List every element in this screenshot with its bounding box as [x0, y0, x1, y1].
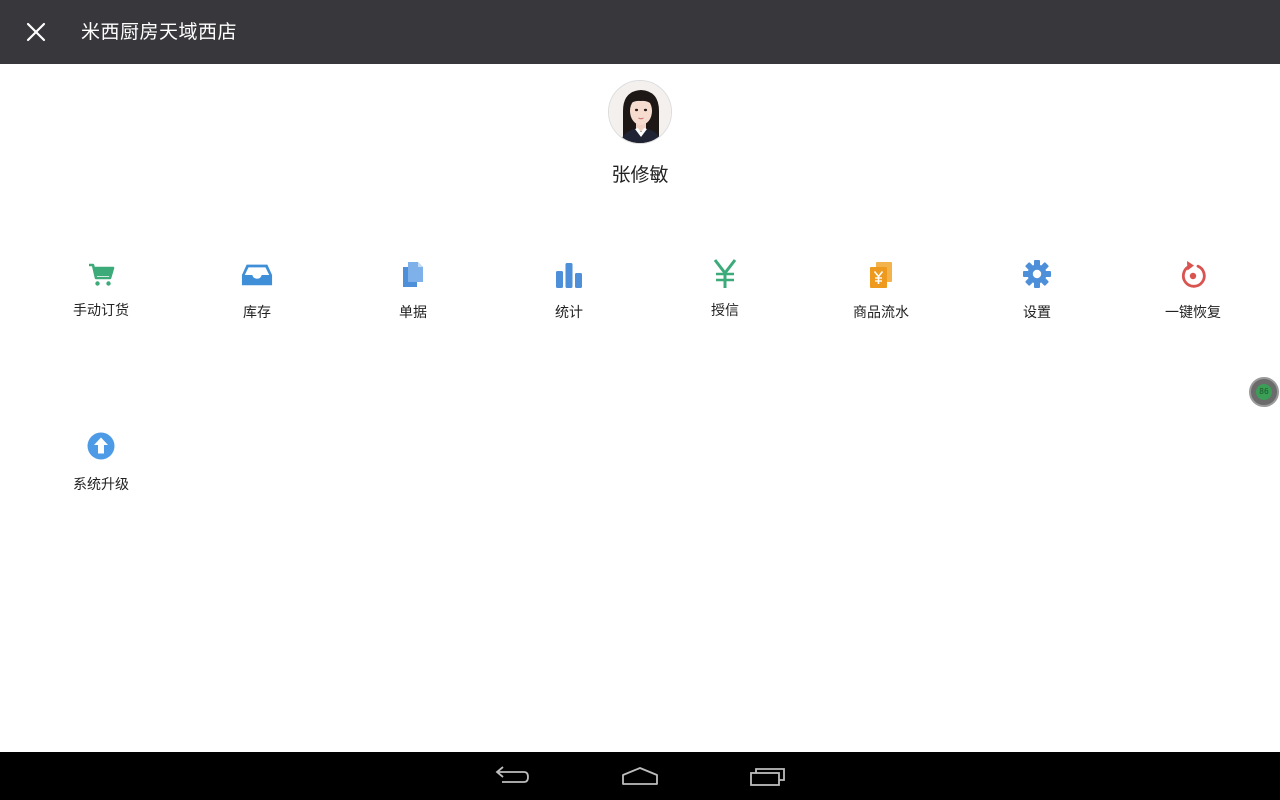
inbox-tray-icon [241, 264, 273, 286]
top-app-bar: 米西厨房天域西店 [0, 0, 1280, 64]
avatar-photo [609, 81, 671, 143]
home-button[interactable] [612, 760, 668, 792]
floating-assistant-icon: 86 [1256, 384, 1272, 400]
menu-item-goods-flow[interactable]: 商品流水 [803, 258, 959, 334]
menu-label-inventory: 库存 [243, 305, 271, 321]
recents-button[interactable] [740, 760, 796, 792]
yen-icon [713, 259, 737, 288]
menu-item-settings[interactable]: 设置 [959, 258, 1115, 334]
upgrade-arrow-icon [87, 432, 115, 460]
close-icon [26, 22, 46, 42]
cart-icon [89, 263, 115, 286]
menu-item-system-upgrade[interactable]: 系统升级 [23, 430, 179, 506]
system-navigation-bar [0, 752, 1280, 800]
home-icon [622, 767, 658, 785]
close-button[interactable] [16, 12, 56, 52]
menu-item-credit[interactable]: 授信 [647, 258, 803, 334]
menu-label-goods-flow: 商品流水 [853, 305, 909, 321]
menu-label-system-upgrade: 系统升级 [73, 477, 129, 493]
menu-item-one-click-restore[interactable]: 一键恢复 [1115, 258, 1271, 334]
recents-icon [750, 768, 785, 786]
avatar[interactable] [608, 80, 672, 144]
menu-label-statistics: 统计 [555, 305, 583, 321]
user-name: 张修敏 [611, 164, 669, 186]
menu-label-manual-order: 手动订货 [73, 303, 129, 319]
gear-icon [1023, 260, 1051, 288]
menu-label-settings: 设置 [1023, 305, 1051, 321]
restore-icon [1181, 261, 1206, 288]
back-icon [495, 766, 529, 783]
menu-item-statistics[interactable]: 统计 [491, 258, 647, 334]
menu-item-manual-order[interactable]: 手动订货 [23, 258, 179, 334]
menu-label-one-click-restore: 一键恢复 [1165, 305, 1221, 321]
menu-item-inventory[interactable]: 库存 [179, 258, 335, 334]
menu-label-credit: 授信 [711, 303, 739, 319]
yen-cards-icon [870, 262, 892, 288]
store-title: 米西厨房天域西店 [81, 21, 238, 43]
back-button[interactable] [484, 760, 540, 792]
menu-item-documents[interactable]: 单据 [335, 258, 491, 334]
documents-icon [403, 262, 423, 287]
menu-label-documents: 单据 [399, 305, 427, 321]
bar-chart-icon [556, 263, 582, 288]
floating-assistant-button[interactable]: 86 [1249, 377, 1279, 407]
